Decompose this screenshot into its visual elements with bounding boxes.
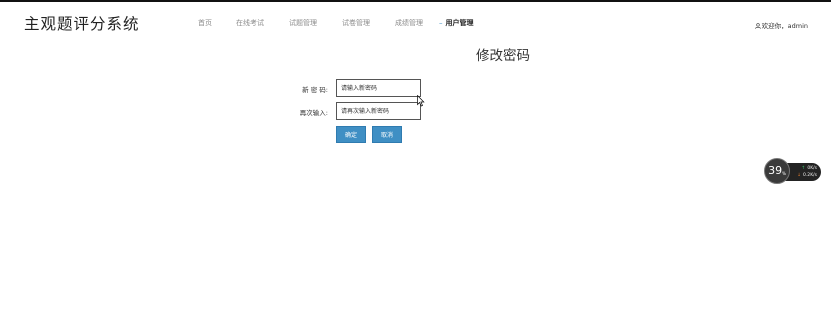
nav-item-paper-management[interactable]: 试卷管理 <box>342 18 370 28</box>
app-title: 主观题评分系统 <box>24 15 140 33</box>
header: 主观题评分系统 首页 在线考试 试题管理 试卷管理 成绩管理 – 用户管理 欢迎你… <box>0 2 831 42</box>
nav-item-home[interactable]: 首页 <box>198 18 212 28</box>
network-speed-widget[interactable]: ↑ 0K/s ↓ 0.2K/s 39% <box>764 158 821 186</box>
nav-item-user-management[interactable]: – 用户管理 <box>439 18 474 28</box>
nav-item-score-management[interactable]: 成绩管理 <box>395 18 423 28</box>
new-password-label: 新 密 码: <box>302 86 328 94</box>
welcome-text: 欢迎你，admin <box>761 22 808 30</box>
active-indicator-icon: – <box>439 19 443 27</box>
page-title: 修改密码 <box>476 48 530 64</box>
user-icon <box>754 23 761 29</box>
mouse-cursor-icon <box>417 95 425 107</box>
welcome-user[interactable]: 欢迎你，admin <box>754 20 808 30</box>
confirm-button[interactable]: 确定 <box>336 126 366 143</box>
upload-speed: ↑ 0K/s <box>801 166 817 171</box>
upload-arrow-icon: ↑ <box>801 166 806 171</box>
confirm-password-label: 再次输入: <box>299 109 328 117</box>
usage-percent-badge: 39% <box>764 158 790 184</box>
download-speed: ↓ 0.2K/s <box>797 173 817 178</box>
cancel-button[interactable]: 取消 <box>372 126 402 143</box>
download-arrow-icon: ↓ <box>797 173 802 178</box>
nav-item-user-management-label: 用户管理 <box>445 19 474 27</box>
confirm-password-input[interactable] <box>336 102 421 120</box>
nav-item-question-management[interactable]: 试题管理 <box>289 18 317 28</box>
nav-item-online-exam[interactable]: 在线考试 <box>236 18 264 28</box>
new-password-input[interactable] <box>336 79 421 97</box>
